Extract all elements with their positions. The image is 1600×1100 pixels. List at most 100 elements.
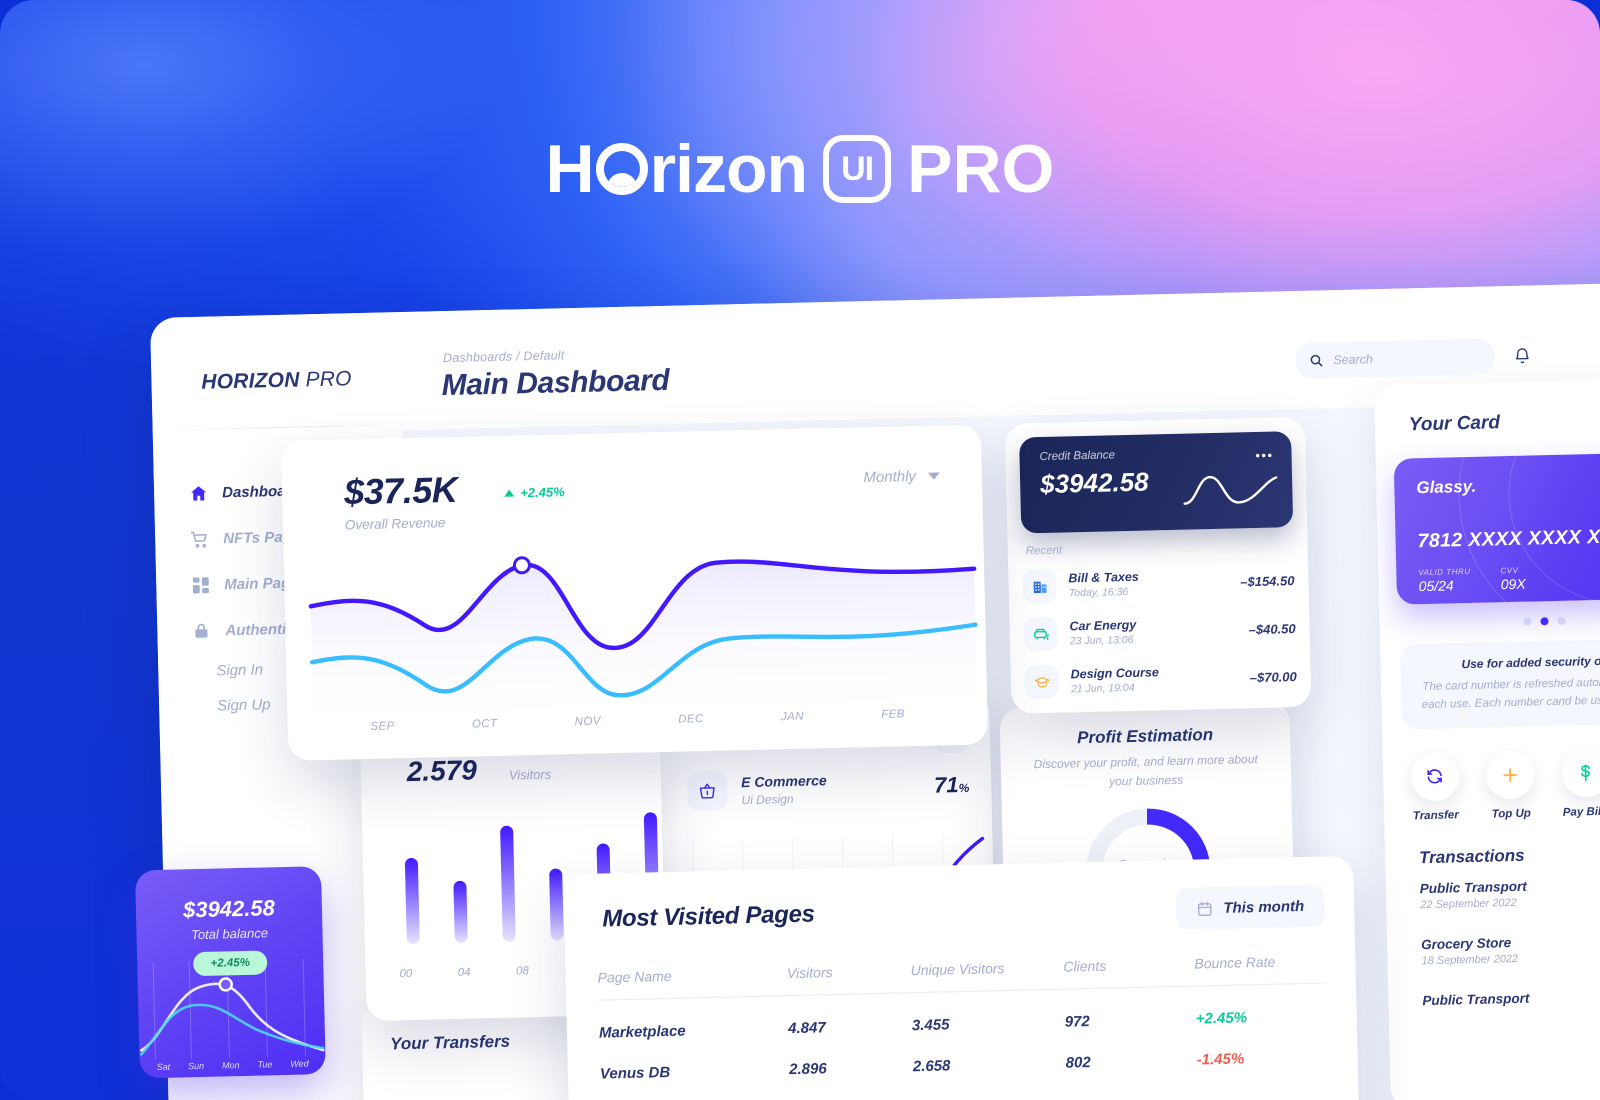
- transaction-info: Grocery Store 18 September 2022: [1421, 935, 1518, 967]
- credit-transaction-name: Design Course: [1070, 665, 1160, 682]
- project-subtitle: Ui Design: [741, 791, 794, 807]
- security-note-body: The card number is refreshed automatical…: [1421, 675, 1600, 712]
- bell-icon[interactable]: [1513, 346, 1531, 364]
- search-input-wrapper[interactable]: [1294, 338, 1496, 380]
- transaction-row[interactable]: Public Transport 22 September 2022 –$15.…: [1385, 861, 1600, 925]
- axis-tick: 04: [457, 966, 471, 979]
- total-balance-amount: $3942.58: [182, 895, 276, 923]
- visitors-count: 2.579: [406, 754, 478, 788]
- credit-transaction-row[interactable]: Bill & Taxes Today, 16:36 –$154.50: [1022, 563, 1295, 604]
- project-percent-value: 71: [933, 772, 959, 798]
- revenue-delta-value: +2.45%: [520, 484, 565, 501]
- credit-transaction-row[interactable]: Design Course 21 Jun, 19:04 –$70.00: [1024, 659, 1297, 700]
- credit-balance-amount: $3942.58: [1039, 466, 1149, 500]
- card-number: 7812 XXXX XXXX XXXX: [1417, 524, 1600, 553]
- carousel-dot-active[interactable]: [1540, 617, 1549, 626]
- credit-balance-banner: Credit Balance $3942.58 •••: [1019, 431, 1294, 534]
- card-carousel-dots[interactable]: [1379, 613, 1600, 629]
- security-note-title: Use for added security online: [1461, 653, 1600, 672]
- column-header-visitors[interactable]: Visitors: [787, 962, 911, 995]
- security-note: Use for added security online The card n…: [1400, 637, 1600, 730]
- transaction-info: Public Transport: [1422, 990, 1529, 1008]
- your-card-title: Your Card: [1408, 412, 1501, 436]
- grid-icon: [190, 575, 210, 595]
- car-icon: [1023, 616, 1059, 652]
- axis-month: DEC: [678, 713, 704, 726]
- action-transfer[interactable]: Transfer: [1399, 752, 1471, 823]
- action-top-up[interactable]: Top Up: [1475, 750, 1547, 821]
- total-balance-chart: [139, 958, 325, 1061]
- credit-transaction-date: 23 Jun, 13:06: [1069, 633, 1134, 648]
- chevron-down-icon: [927, 472, 941, 480]
- credit-transaction-info: Car Energy 23 Jun, 13:06: [1069, 618, 1136, 648]
- transaction-name: Public Transport: [1419, 878, 1527, 897]
- carousel-dot[interactable]: [1557, 616, 1566, 625]
- project-row[interactable]: E Commerce Ui Design 71%: [686, 765, 970, 812]
- refresh-icon: [1410, 752, 1460, 802]
- lock-icon: [191, 621, 211, 641]
- profit-title: Profit Estimation: [1076, 725, 1214, 748]
- action-label: Top Up: [1491, 807, 1532, 821]
- axis-month: SEP: [370, 720, 395, 733]
- home-icon: [188, 483, 208, 503]
- revenue-range-select[interactable]: Monthly: [863, 467, 941, 487]
- transaction-row[interactable]: Grocery Store 18 September 2022 –$42.28: [1387, 917, 1600, 981]
- brand-secondary: PRO: [305, 367, 352, 392]
- card-actions: Transfer Top Up Pay Bills ••• More: [1397, 746, 1600, 822]
- dollar-icon: [1561, 748, 1600, 798]
- carousel-dot[interactable]: [1523, 617, 1532, 626]
- revenue-card: $37.5K +2.45% Overall Revenue Monthly SE…: [280, 424, 989, 761]
- axis-month: JAN: [780, 710, 805, 724]
- most-visited-title: Most Visited Pages: [601, 900, 815, 933]
- total-balance-day-labels: Sat Sun Mon Tue Wed: [140, 1058, 326, 1072]
- basket-icon: [686, 770, 728, 812]
- search-input[interactable]: [1333, 349, 1482, 368]
- your-transfers-title: Your Transfers: [389, 1031, 511, 1054]
- ellipsis-icon[interactable]: •••: [1255, 448, 1274, 463]
- hero-o-glyph: [595, 143, 648, 195]
- cell-bounce-rate: +2.45%: [1195, 1009, 1248, 1028]
- column-header-clients[interactable]: Clients: [1063, 956, 1195, 990]
- credit-transaction-info: Bill & Taxes Today, 16:36: [1068, 570, 1139, 600]
- action-pay-bills[interactable]: Pay Bills: [1550, 748, 1600, 819]
- balance-spark-line: [1183, 475, 1278, 505]
- credit-transaction-date: Today, 16:36: [1068, 586, 1129, 600]
- cell-visitors: 2.896: [788, 1060, 827, 1079]
- breadcrumb[interactable]: Dashboards / Default: [443, 348, 565, 365]
- this-month-label: This month: [1223, 897, 1305, 917]
- brand-logo: HORIZON PRO: [150, 312, 402, 396]
- axis-month: FEB: [881, 708, 905, 721]
- your-card-panel: Your Card Glassy. 7812 XXXX XXXX XXXX VA…: [1373, 377, 1600, 1100]
- profit-subtitle: Discover your profit, and learn more abo…: [1033, 752, 1258, 789]
- transaction-row[interactable]: Public Transport –$11.37: [1388, 973, 1600, 1022]
- this-month-button[interactable]: This month: [1175, 884, 1325, 930]
- hero-pro-label: PRO: [907, 131, 1055, 207]
- search-icon: [1309, 353, 1323, 367]
- arrow-up-icon: [504, 489, 515, 497]
- revenue-range-label: Monthly: [863, 468, 917, 487]
- project-percent: 71%: [934, 772, 970, 799]
- column-header-page-name[interactable]: Page Name: [597, 965, 787, 1000]
- day-label: Wed: [290, 1058, 309, 1069]
- action-label: Transfer: [1412, 809, 1459, 823]
- revenue-delta: +2.45%: [504, 484, 565, 500]
- cart-icon: [189, 529, 209, 549]
- visitors-label: Visitors: [508, 766, 552, 783]
- total-balance-card: $3942.58 Total balance +2.45% Sat Sun Mo…: [135, 866, 326, 1079]
- brand-primary: HORIZON: [201, 368, 300, 394]
- valid-thru-label: VALID THRU: [1418, 566, 1471, 578]
- total-balance-label: Total balance: [190, 925, 269, 943]
- hero-word-pre: H: [545, 131, 595, 207]
- cvv-label: CVV: [1500, 565, 1519, 576]
- virtual-card[interactable]: Glassy. 7812 XXXX XXXX XXXX VALID THRU 0…: [1393, 451, 1600, 605]
- credit-transaction-row[interactable]: Car Energy 23 Jun, 13:06 –$40.50: [1023, 611, 1296, 652]
- credit-transaction-info: Design Course 21 Jun, 19:04: [1070, 665, 1159, 695]
- credit-transaction-name: Bill & Taxes: [1068, 569, 1139, 586]
- credit-balance-label: Credit Balance: [1039, 449, 1116, 464]
- cell-unique-visitors: 3.455: [911, 1016, 950, 1035]
- most-visited-table: Page Name Visitors Unique Visitors Clien…: [597, 952, 1327, 1083]
- column-header-bounce-rate[interactable]: Bounce Rate: [1194, 952, 1326, 986]
- axis-month: OCT: [471, 717, 498, 731]
- column-header-unique-visitors[interactable]: Unique Visitors: [910, 959, 1064, 993]
- cell-page-name: Venus DB: [599, 1063, 671, 1083]
